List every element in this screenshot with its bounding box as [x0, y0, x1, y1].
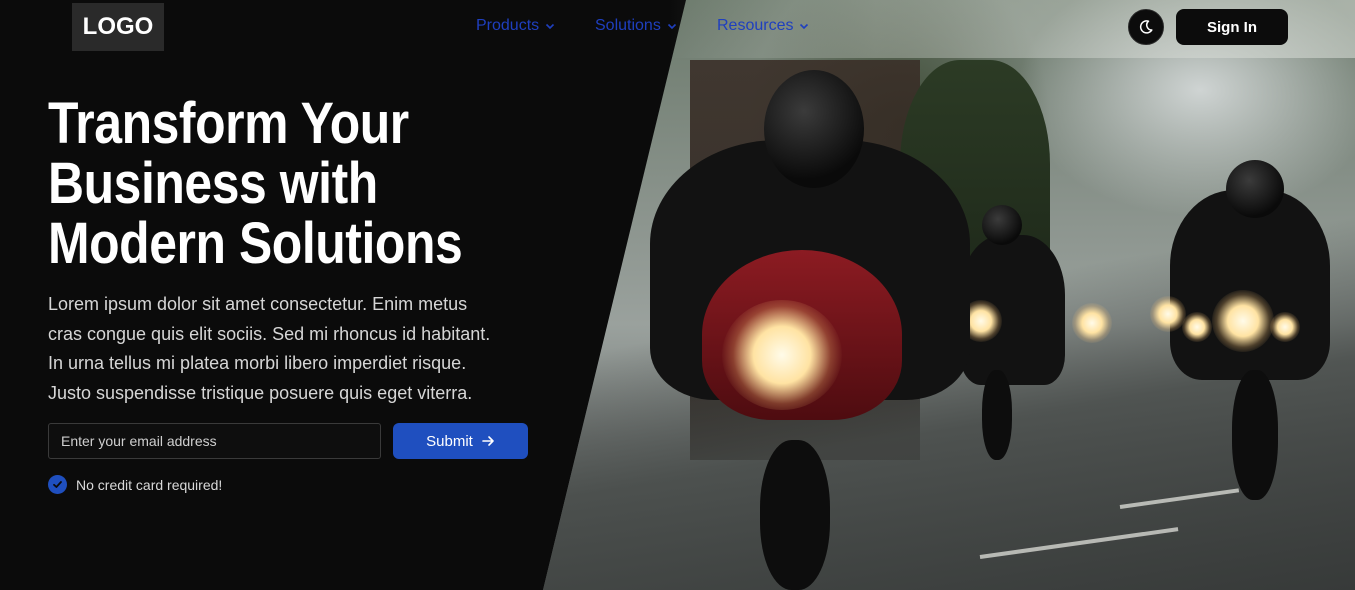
check-circle-icon	[48, 475, 67, 494]
nav-item-solutions[interactable]: Solutions	[595, 17, 677, 35]
nav-item-label: Solutions	[595, 17, 661, 34]
moon-icon	[1139, 20, 1153, 34]
hero-description: Lorem ipsum dolor sit amet consectetur. …	[48, 290, 548, 408]
description-line: Lorem ipsum dolor sit amet consectetur. …	[48, 294, 468, 314]
rider-background	[1170, 190, 1330, 380]
wheel	[1232, 370, 1278, 500]
headlight	[1212, 290, 1274, 352]
headlight	[1072, 303, 1112, 343]
headline-line: Business with	[48, 151, 378, 216]
theme-toggle-button[interactable]	[1128, 9, 1164, 45]
description-line: cras congue quis elit sociis. Sed mi rho…	[48, 323, 491, 344]
headline-line: Modern Solutions	[48, 211, 463, 276]
helmet	[982, 205, 1022, 245]
nav-item-label: Resources	[717, 17, 794, 34]
headlight	[1270, 312, 1300, 342]
wheel	[760, 440, 830, 590]
chevron-down-icon	[546, 23, 555, 30]
arrow-right-icon	[482, 436, 494, 446]
no-credit-card-note: No credit card required!	[48, 475, 222, 494]
email-input[interactable]	[48, 423, 381, 459]
headlight	[722, 300, 842, 410]
hero-headline: Transform Your Business with Modern Solu…	[48, 94, 530, 274]
description-line: In urna tellus mi platea morbi libero im…	[48, 353, 467, 373]
headline-line: Transform Your	[48, 91, 409, 156]
nav-item-products[interactable]: Products	[476, 17, 555, 35]
submit-label: Submit	[426, 432, 473, 450]
headlight	[1150, 296, 1186, 332]
chevron-down-icon	[667, 23, 676, 30]
top-navigation: LOGO Products Solutions Resources Sign I…	[0, 0, 1355, 58]
sign-in-button[interactable]: Sign In	[1176, 9, 1288, 45]
submit-button[interactable]: Submit	[393, 423, 528, 459]
helmet	[764, 70, 864, 188]
headlight	[1182, 312, 1212, 342]
description-line: Justo suspendisse tristique posuere quis…	[48, 382, 473, 403]
note-text: No credit card required!	[76, 476, 223, 493]
helmet	[1226, 160, 1284, 218]
logo[interactable]: LOGO	[72, 3, 164, 51]
chevron-down-icon	[800, 23, 809, 30]
wheel	[982, 370, 1012, 460]
nav-item-resources[interactable]: Resources	[717, 17, 809, 35]
nav-item-label: Products	[476, 17, 540, 34]
